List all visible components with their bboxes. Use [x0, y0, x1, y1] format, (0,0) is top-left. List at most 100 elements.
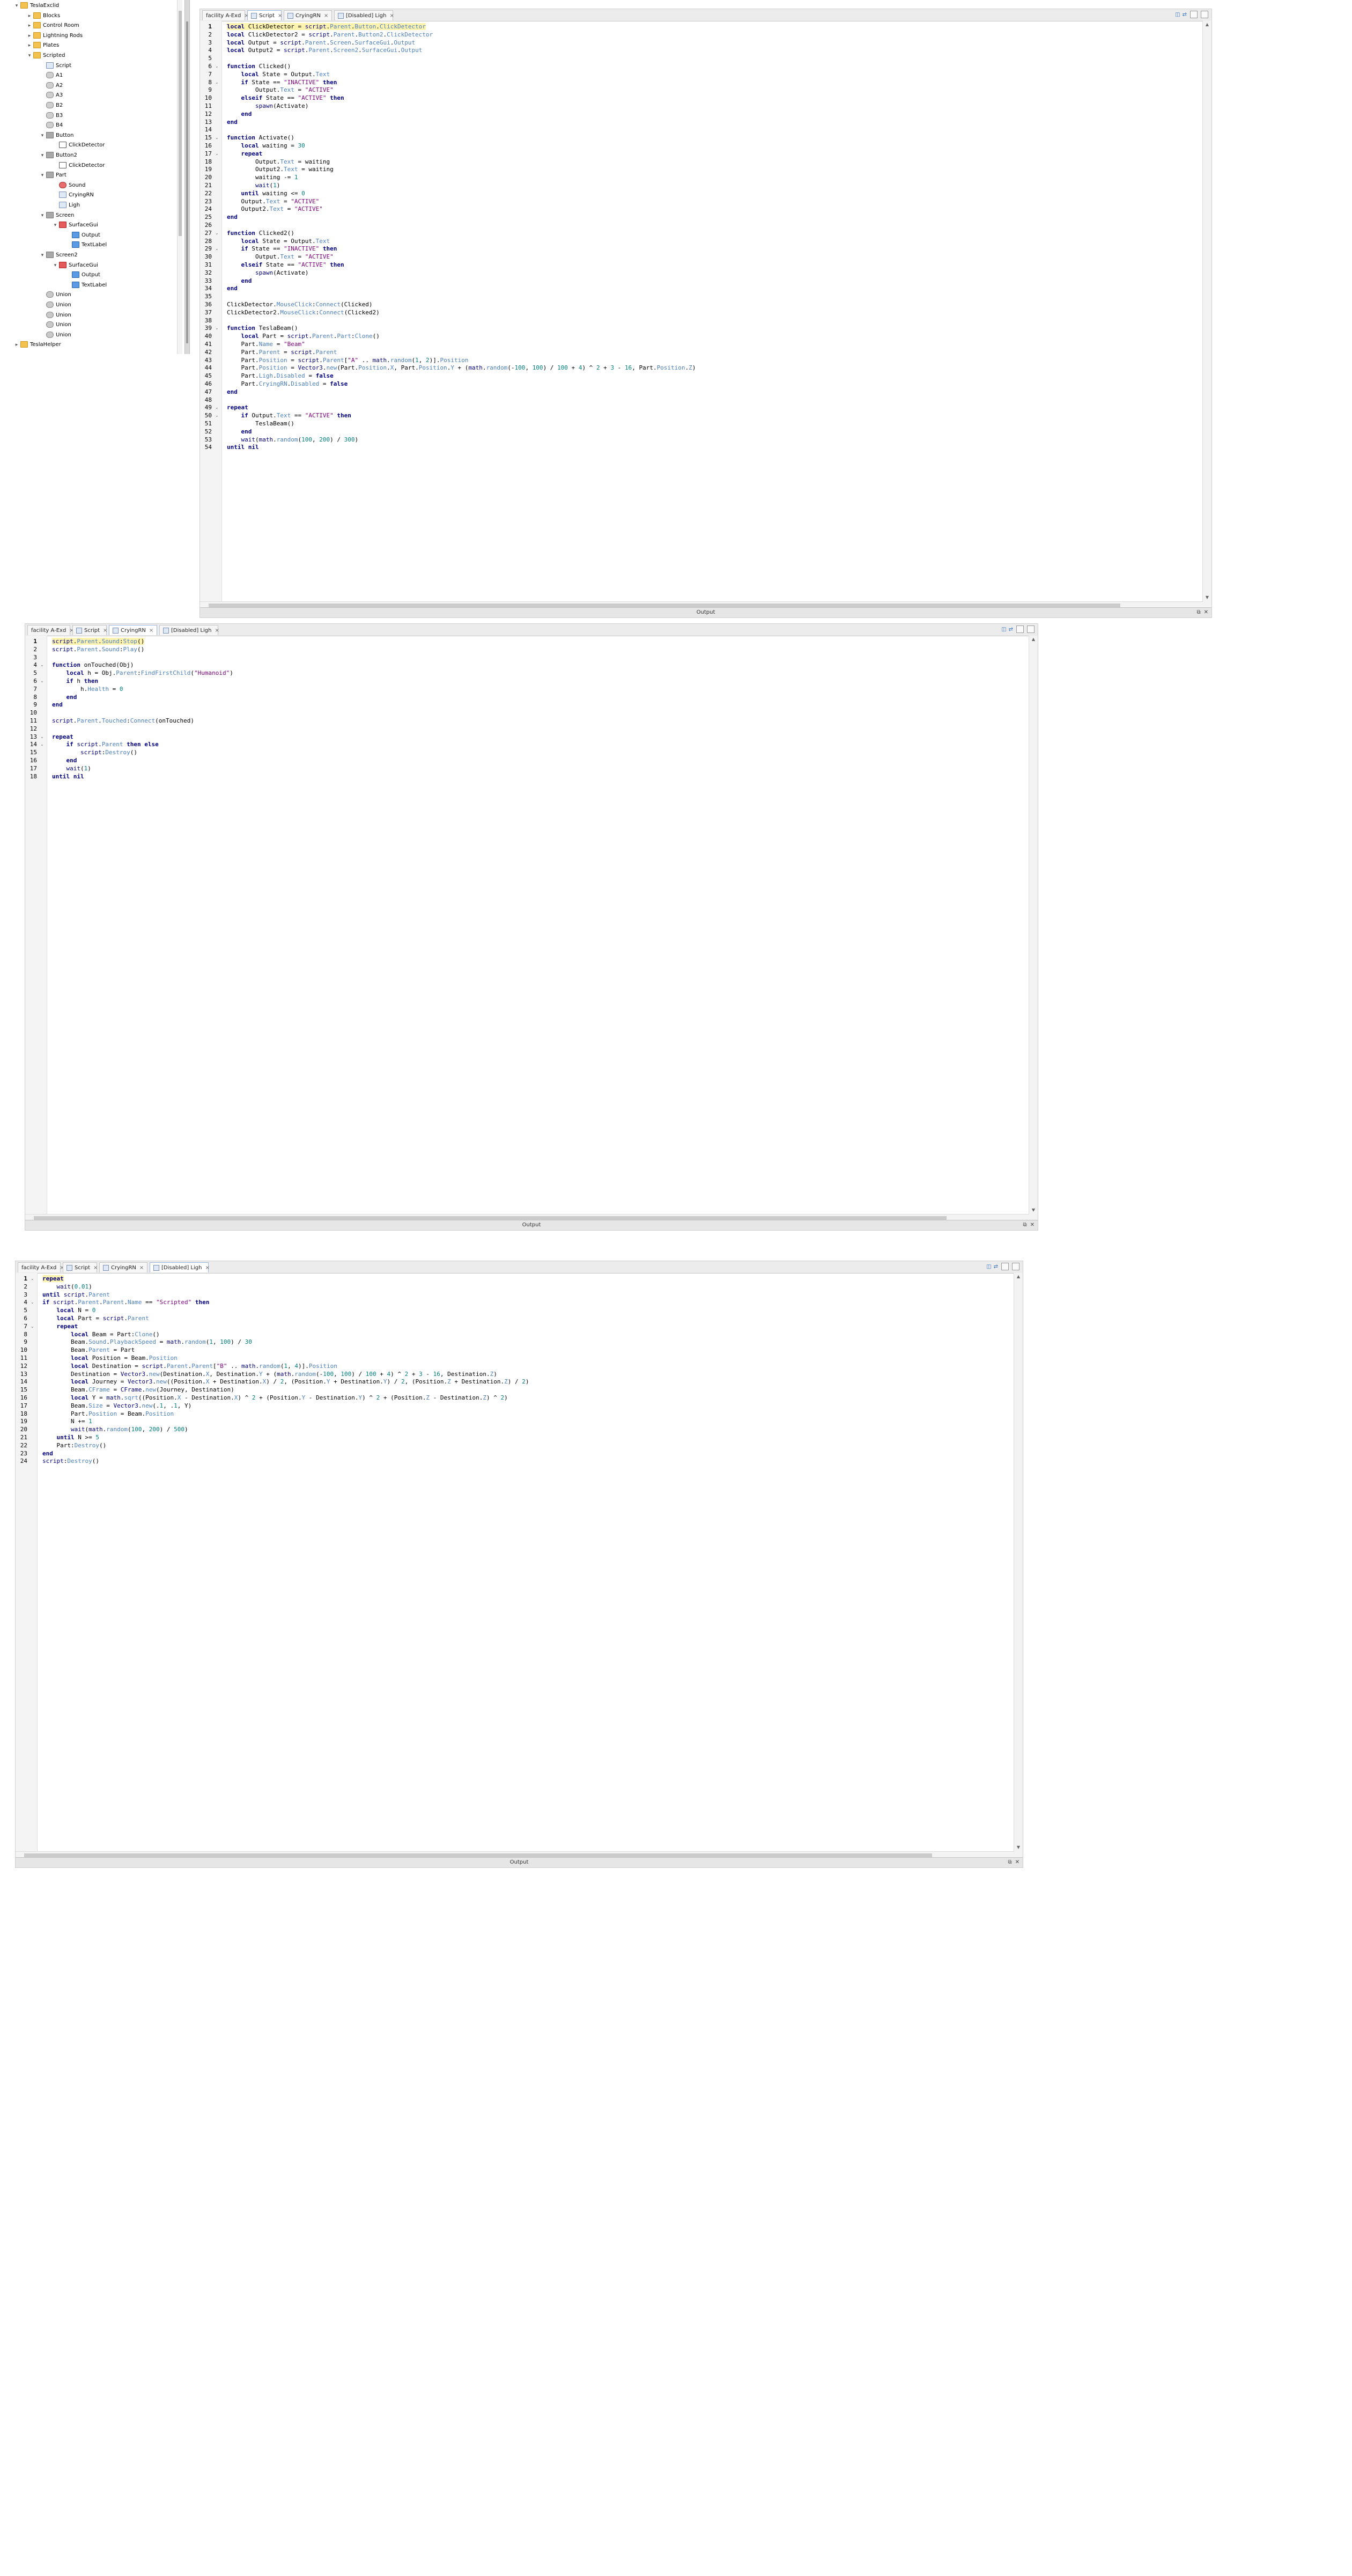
tree-item[interactable]: ▸ Lightning Rods [0, 31, 83, 41]
scroll-down-icon[interactable]: ▼ [1203, 594, 1211, 601]
code-line[interactable]: local Beam = Part:Clone() [42, 1331, 160, 1338]
code-line[interactable]: function TeslaBeam() [227, 325, 298, 332]
code-line[interactable]: repeat [42, 1323, 78, 1330]
code-line[interactable]: h.Health = 0 [52, 686, 123, 693]
code-line[interactable]: function onTouched(Obj) [52, 661, 134, 668]
fold-toggle-icon[interactable]: ⌄ [215, 151, 219, 156]
code-line[interactable]: spawn(Activate) [227, 269, 308, 276]
fold-toggle-icon[interactable]: ⌄ [40, 742, 44, 747]
sync-icon[interactable]: ⇄ [1183, 11, 1187, 19]
code-line[interactable]: end [227, 428, 252, 435]
fold-toggle-icon[interactable]: ⌄ [31, 1276, 34, 1281]
tree-item[interactable]: A2 [0, 81, 63, 91]
close-icon[interactable]: × [389, 13, 394, 19]
code-line[interactable]: local State = Output.Text [227, 71, 330, 78]
expand-toggle-icon[interactable]: ▸ [14, 340, 19, 350]
close-icon[interactable]: × [278, 13, 282, 19]
code-line[interactable]: script:Destroy() [52, 749, 137, 756]
close-icon[interactable]: × [149, 628, 153, 634]
fold-toggle-icon[interactable]: ⌄ [215, 135, 219, 140]
expand-toggle-icon[interactable]: ▾ [40, 131, 45, 141]
restore-icon[interactable]: ⧉ [1196, 609, 1200, 615]
tree-item[interactable]: ClickDetector [0, 161, 105, 171]
fold-toggle-icon[interactable]: ⌄ [40, 734, 44, 739]
tree-item[interactable]: Ligh [0, 201, 80, 210]
tree-item[interactable]: ▾ TeslaExclid [0, 1, 59, 11]
tree-item[interactable]: TextLabel [0, 281, 107, 290]
code-line[interactable]: N += 1 [42, 1418, 92, 1425]
restore-icon[interactable]: ⧉ [1023, 1222, 1026, 1228]
tab-cryingrn[interactable]: CryingRN × [109, 625, 157, 635]
tree-item[interactable]: A1 [0, 71, 63, 80]
code-line[interactable]: TeslaBeam() [227, 420, 294, 427]
tree-item[interactable]: A3 [0, 91, 63, 100]
close-icon[interactable]: × [205, 1265, 209, 1271]
vertical-scrollbar[interactable]: ▲ ▼ [1029, 636, 1038, 1221]
code-line[interactable]: Beam.Parent = Part [42, 1346, 135, 1353]
code-line[interactable]: local Destination = script.Parent.Parent… [42, 1363, 337, 1370]
code-line[interactable]: end [42, 1450, 53, 1457]
code-line[interactable]: repeat [42, 1275, 64, 1282]
code-line[interactable]: Part.Parent = script.Parent [227, 349, 337, 356]
tree-item[interactable]: ▸ Plates [0, 41, 59, 50]
fold-toggle-icon[interactable]: ⌄ [40, 679, 44, 683]
restore-icon[interactable] [1001, 1263, 1009, 1270]
code-line[interactable]: until script.Parent [42, 1291, 110, 1298]
tree-item[interactable]: Union [0, 300, 71, 310]
close-icon[interactable]: ✕ [1015, 1859, 1019, 1865]
vertical-scrollbar[interactable]: ▲ ▼ [1014, 1273, 1023, 1859]
code-line[interactable]: local ClickDetector2 = script.Parent.But… [227, 31, 433, 38]
tree-item[interactable]: Union [0, 311, 71, 320]
code-line[interactable]: Part.Position = script.Parent["A" .. mat… [227, 357, 469, 364]
tab-script[interactable]: Script × [63, 1262, 98, 1272]
code-line[interactable]: if Output.Text == "ACTIVE" then [227, 412, 351, 419]
tree-item[interactable]: Union [0, 320, 71, 330]
scroll-up-icon[interactable]: ▲ [1029, 636, 1038, 643]
tree-item[interactable]: ▸ TeslaHelper [0, 340, 61, 350]
expand-toggle-icon[interactable]: ▾ [40, 251, 45, 260]
code-line[interactable]: Destination = Vector3.new(Destination.X,… [42, 1371, 497, 1378]
split-view-icon[interactable]: ◫ [1175, 11, 1180, 19]
close-icon[interactable]: ✕ [1030, 1222, 1035, 1228]
close-icon[interactable]: × [215, 628, 219, 634]
maximize-icon[interactable] [1027, 625, 1035, 633]
code-line[interactable]: local ClickDetector = script.Parent.Butt… [227, 23, 426, 30]
vertical-scrollbar[interactable]: ▲ ▼ [1202, 21, 1211, 609]
code-line[interactable]: if script.Parent.Parent.Name == "Scripte… [42, 1299, 209, 1306]
sync-icon[interactable]: ⇄ [1009, 625, 1013, 634]
code-line[interactable]: Output.Text = "ACTIVE" [227, 198, 320, 205]
code-line[interactable]: until waiting <= 0 [227, 190, 305, 197]
code-line[interactable]: Output2.Text = "ACTIVE" [227, 205, 323, 212]
panel-splitter[interactable] [184, 0, 190, 354]
tree-item[interactable]: ▾ SurfaceGui [0, 220, 98, 230]
tree-item[interactable]: Sound [0, 181, 86, 190]
close-icon[interactable]: × [324, 13, 328, 19]
code-area[interactable]: repeat wait(0.01) until script.Parent if s… [37, 1273, 1013, 1851]
expand-toggle-icon[interactable]: ▾ [53, 220, 58, 230]
code-area[interactable]: script.Parent.Sound:Stop() script.Parent.… [47, 636, 1028, 1214]
tree-item[interactable]: Script [0, 61, 71, 71]
fold-toggle-icon[interactable]: ⌄ [31, 1300, 34, 1305]
code-line[interactable]: function Clicked() [227, 63, 291, 70]
tab-facility-a-exd[interactable]: facility A-Exd × [18, 1262, 64, 1272]
tree-item[interactable]: Union [0, 330, 71, 340]
scroll-up-icon[interactable]: ▲ [1203, 21, 1211, 28]
code-line[interactable]: local waiting = 30 [227, 142, 305, 149]
code-line[interactable]: until nil [227, 444, 259, 451]
tab-cryingrn[interactable]: CryingRN × [99, 1262, 147, 1272]
code-area[interactable]: local ClickDetector = script.Parent.Butt… [221, 21, 1202, 601]
code-line[interactable]: wait(math.random(100, 200) / 500) [42, 1426, 188, 1433]
expand-toggle-icon[interactable]: ▸ [27, 21, 32, 31]
restore-icon[interactable] [1016, 625, 1024, 633]
code-line[interactable]: end [52, 701, 63, 708]
code-line[interactable]: end [227, 119, 238, 126]
code-line[interactable]: script.Parent.Sound:Play() [52, 646, 144, 653]
tab-script[interactable]: Script × [247, 10, 282, 20]
code-line[interactable]: end [227, 277, 252, 284]
tree-item[interactable]: ▾ Button [0, 131, 74, 141]
tree-item[interactable]: ▸ Control Room [0, 21, 79, 31]
code-line[interactable]: spawn(Activate) [227, 102, 308, 109]
code-line[interactable]: local Position = Beam.Position [42, 1355, 178, 1361]
sync-icon[interactable]: ⇄ [994, 1263, 998, 1271]
code-line[interactable]: wait(1) [52, 765, 91, 772]
